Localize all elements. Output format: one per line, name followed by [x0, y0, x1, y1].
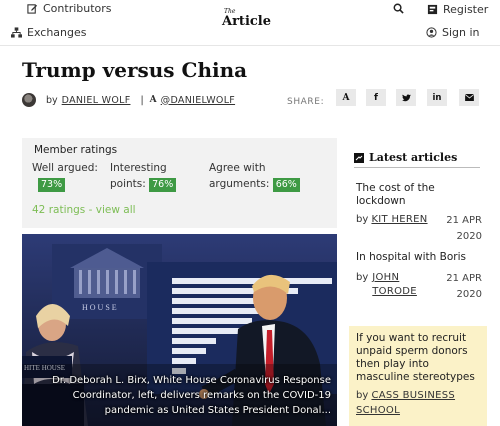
rating-well-argued: Well argued: 73%	[32, 160, 98, 192]
rating-value-badge: 73%	[38, 178, 66, 192]
author-link[interactable]: KIT HEREN	[371, 214, 427, 225]
search-button[interactable]	[393, 3, 404, 14]
contributors-label: Contributors	[43, 2, 112, 15]
rating-value-badge: 66%	[272, 178, 300, 192]
register-link[interactable]: Register	[427, 3, 488, 16]
rating-agree: Agree with arguments: 66%	[209, 160, 300, 192]
latest-article-item[interactable]: In hospital with Boris by JOHN TORODE 21…	[356, 251, 482, 303]
linkedin-icon: in	[432, 92, 442, 103]
author-link[interactable]: DANIEL WOLF	[62, 95, 131, 106]
article-title-link[interactable]: In hospital with Boris	[356, 251, 482, 264]
article-date: 21 APR 2020	[446, 213, 482, 245]
promo-author-link[interactable]: CASS BUSINESS SCHOOL	[356, 390, 455, 416]
article-title: Trump versus China	[22, 58, 248, 82]
rating-label: Interesting	[110, 162, 167, 174]
date-year: 2020	[456, 289, 482, 300]
site-header: Contributors Exchanges The Article Regis…	[0, 0, 500, 46]
share-twitter-button[interactable]	[396, 89, 416, 106]
article-photo: HOUSE HITE HOUSE Dr. Deborah L. Birx, Wh…	[22, 234, 337, 426]
article-meta: by KIT HEREN 21 APR 2020	[356, 213, 482, 243]
facebook-icon: f	[374, 92, 378, 103]
author-handle-link[interactable]: @DANIELWOLF	[161, 95, 235, 106]
member-ratings-panel: Member ratings Well argued: 73% Interest…	[22, 138, 337, 228]
article-title-link[interactable]: The cost of the lockdown	[356, 182, 482, 208]
share-facebook-button[interactable]: f	[366, 89, 386, 106]
share-linkedin-button[interactable]: in	[427, 89, 447, 106]
search-icon	[393, 3, 404, 14]
rating-value-badge: 76%	[149, 178, 177, 192]
register-label: Register	[443, 3, 489, 16]
logo-text: Article	[222, 14, 272, 29]
photo-caption: Dr. Deborah L. Birx, White House Coronav…	[52, 375, 331, 416]
article-icon: A	[342, 92, 350, 103]
exchanges-link[interactable]: Exchanges	[11, 26, 86, 39]
byline-by: by	[356, 214, 369, 225]
rating-label: Well argued:	[32, 162, 98, 174]
date-day-month: 21 APR	[446, 273, 482, 284]
site-logo[interactable]: The Article	[222, 8, 272, 29]
promo-title-link[interactable]: If you want to recruit unpaid sperm dono…	[356, 332, 481, 384]
date-day-month: 21 APR	[446, 215, 482, 226]
latest-articles-title: Latest articles	[369, 151, 458, 164]
view-all-ratings-link[interactable]: 42 ratings - view all	[32, 204, 136, 216]
edit-icon	[27, 4, 38, 14]
logo-small-text: The	[224, 8, 236, 15]
author-avatar[interactable]	[22, 93, 36, 107]
user-circle-icon	[426, 27, 437, 38]
rating-label: points:	[110, 178, 146, 190]
email-icon	[464, 94, 474, 101]
contributors-link[interactable]: Contributors	[27, 2, 112, 15]
promoted-article[interactable]: If you want to recruit unpaid sperm dono…	[349, 326, 487, 426]
share-email-button[interactable]	[459, 89, 479, 106]
document-icon	[354, 152, 364, 163]
byline-by: by	[356, 272, 369, 283]
rating-label: Agree with	[209, 162, 266, 174]
rating-interesting-points: Interesting points: 76%	[110, 160, 177, 192]
share-article-button[interactable]: A	[336, 89, 356, 106]
latest-article-item[interactable]: The cost of the lockdown by KIT HEREN 21…	[356, 182, 482, 243]
latest-articles-heading: Latest articles	[354, 148, 480, 168]
date-year: 2020	[456, 231, 482, 242]
sign-in-label: Sign in	[442, 26, 480, 39]
article-date: 21 APR 2020	[446, 271, 482, 303]
byline: by DANIEL WOLF | A @DANIELWOLF	[22, 90, 235, 110]
byline-by: by	[46, 94, 58, 106]
sitemap-icon	[11, 27, 22, 38]
register-icon	[427, 4, 438, 15]
ratings-heading: Member ratings	[34, 144, 118, 156]
author-link[interactable]: TORODE	[372, 286, 417, 297]
share-label: SHARE:	[287, 97, 325, 107]
exchanges-label: Exchanges	[27, 26, 87, 39]
promo-meta: by CASS BUSINESS SCHOOL	[356, 388, 481, 418]
rating-label: arguments:	[209, 178, 270, 190]
byline-by: by	[356, 390, 369, 401]
twitter-icon	[401, 93, 411, 101]
handle-mark-icon: A	[149, 95, 157, 105]
byline-separator: |	[140, 94, 144, 106]
svg-text:HOUSE: HOUSE	[82, 303, 119, 312]
author-link[interactable]: JOHN	[372, 272, 399, 283]
sign-in-link[interactable]: Sign in	[426, 26, 480, 39]
article-meta: by JOHN TORODE 21 APR 2020	[356, 271, 482, 303]
